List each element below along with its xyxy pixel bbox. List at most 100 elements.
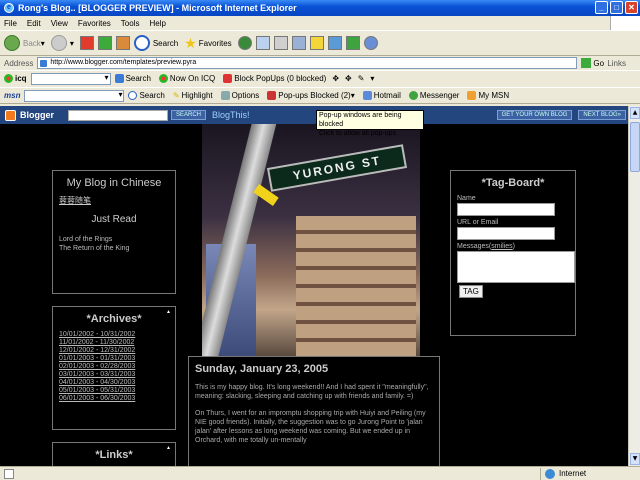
icq-search-icon: [114, 74, 124, 83]
archive-link[interactable]: 05/01/2003 - 05/31/2003: [59, 387, 175, 395]
move-icon-2[interactable]: ✥: [345, 74, 352, 83]
street-sign: YURONG ST: [266, 144, 408, 192]
popup-blocker-icon: [267, 91, 277, 100]
archive-link[interactable]: 02/01/2003 - 02/28/2003: [59, 363, 175, 371]
home-icon[interactable]: [115, 36, 130, 50]
menu-edit[interactable]: Edit: [27, 19, 41, 28]
search-icon: [133, 35, 150, 51]
minimize-button[interactable]: _: [595, 1, 608, 14]
standard-toolbar: Back ▾ ▾ Search ★ Favorites: [0, 30, 640, 56]
popup-blocked-tooltip[interactable]: Pop-up windows are being blocked Click t…: [316, 110, 424, 137]
windows-logo: [610, 16, 640, 30]
messenger-icon[interactable]: [327, 36, 342, 50]
icq-search-button[interactable]: Search: [126, 74, 151, 83]
get-own-blog-button[interactable]: GET YOUR OWN BLOG: [496, 110, 573, 120]
blogger-logo[interactable]: Blogger: [0, 109, 64, 121]
hotmail-button[interactable]: Hotmail: [362, 91, 401, 100]
archive-link[interactable]: 04/01/2003 - 04/30/2003: [59, 379, 175, 387]
options-icon: [220, 91, 230, 100]
just-read-title: Just Read: [91, 214, 137, 225]
scroll-up-arrow[interactable]: ▲: [630, 107, 640, 119]
blog-search-input[interactable]: [68, 109, 168, 121]
archive-link[interactable]: 11/01/2002 - 11/30/2002: [59, 339, 175, 347]
menu-bar: File Edit View Favorites Tools Help: [0, 16, 640, 30]
msn-people-icon[interactable]: [363, 36, 378, 50]
blogthis-link[interactable]: BlogThis!: [212, 110, 250, 120]
mymsn-button[interactable]: My MSN: [467, 91, 509, 100]
msn-search-input[interactable]: [24, 89, 125, 102]
name-input[interactable]: [457, 203, 555, 216]
archive-link[interactable]: 06/01/2003 - 06/30/2003: [59, 395, 175, 403]
tag-button[interactable]: TAG: [459, 285, 483, 298]
stop-icon[interactable]: [79, 36, 94, 50]
smilies-link[interactable]: smilies: [491, 243, 512, 250]
ie-icon: e: [4, 3, 14, 13]
messenger-button[interactable]: Messenger: [408, 91, 459, 100]
search-icon: [128, 91, 138, 100]
close-button[interactable]: ✕: [625, 1, 638, 14]
mail-icon[interactable]: [255, 36, 270, 50]
tagboard-title: *Tag-Board*: [481, 177, 545, 189]
print-icon[interactable]: [273, 36, 288, 50]
msn-search-button[interactable]: Search: [128, 91, 165, 100]
archive-link[interactable]: 10/01/2002 - 10/31/2002: [59, 331, 175, 339]
address-input[interactable]: http://www.blogger.com/templates/preview…: [37, 57, 578, 69]
maximize-button[interactable]: □: [610, 1, 623, 14]
window-title: Rong's Blog.. [BLOGGER PREVIEW] - Micros…: [18, 3, 297, 13]
links-scroll-up-icon[interactable]: ▲: [166, 445, 172, 451]
chinese-blog-title: My Blog in Chinese: [66, 177, 162, 189]
menu-file[interactable]: File: [4, 19, 17, 28]
blog-search-button[interactable]: SEARCH: [171, 110, 207, 120]
discuss-icon[interactable]: [309, 36, 324, 50]
photo-building: [296, 216, 416, 356]
globe-icon: [545, 468, 555, 479]
msn-logo[interactable]: msn: [4, 91, 20, 100]
back-arrow-icon: [4, 35, 20, 51]
archive-link[interactable]: 01/01/2003 - 01/31/2003: [59, 355, 175, 363]
chinese-blog-box: My Blog in Chinese 蓉蓉随笔 Just Read Lord o…: [52, 170, 176, 294]
edit-icon[interactable]: [291, 36, 306, 50]
pencil-icon[interactable]: ✎: [358, 74, 365, 83]
block-popups-button[interactable]: Block PopUps (0 blocked): [234, 74, 326, 83]
archives-scroll-up-icon[interactable]: ▲: [166, 309, 172, 315]
highlight-button[interactable]: ✎ Highlight: [173, 91, 213, 100]
now-on-icq-button[interactable]: Now On ICQ: [170, 74, 215, 83]
just-read-item: Lord of the Rings: [59, 236, 113, 243]
menu-tools[interactable]: Tools: [121, 19, 140, 28]
history-icon[interactable]: [237, 36, 252, 50]
research-icon[interactable]: [345, 36, 360, 50]
popups-blocked-button[interactable]: Pop-ups Blocked (2) ▾: [267, 91, 355, 100]
refresh-icon[interactable]: [97, 36, 112, 50]
archive-link[interactable]: 03/01/2003 - 03/31/2003: [59, 371, 175, 379]
favorites-button[interactable]: ★ Favorites: [184, 35, 231, 52]
scroll-down-arrow[interactable]: ▼: [630, 453, 640, 465]
blog-post: Sunday, January 23, 2005 This is my happ…: [188, 356, 440, 466]
options-button[interactable]: Options: [220, 91, 259, 100]
archive-link[interactable]: 12/01/2002 - 12/31/2002: [59, 347, 175, 355]
next-blog-button[interactable]: NEXT BLOG»: [578, 110, 626, 120]
page-content: My Blog in Chinese 蓉蓉随笔 Just Read Lord o…: [0, 124, 628, 466]
search-button[interactable]: Search: [133, 35, 178, 51]
menu-help[interactable]: Help: [149, 19, 165, 28]
url-input[interactable]: [457, 227, 555, 240]
forward-button[interactable]: ▾: [50, 35, 74, 51]
page-scrollbar[interactable]: ▲ ▼: [628, 106, 640, 466]
hotmail-icon: [362, 91, 372, 100]
message-textarea[interactable]: [457, 251, 575, 283]
scroll-thumb[interactable]: [630, 122, 640, 172]
move-icon[interactable]: ✥: [332, 74, 339, 83]
dropdown-icon[interactable]: ▾: [370, 74, 374, 83]
icq-toolbar: icq Search Now On ICQ Block PopUps (0 bl…: [0, 70, 640, 86]
menu-favorites[interactable]: Favorites: [78, 19, 111, 28]
chinese-blog-link[interactable]: 蓉蓉随笔: [59, 195, 175, 206]
icq-search-input[interactable]: [30, 72, 111, 85]
page-icon: [4, 468, 14, 479]
messenger-icon: [408, 91, 418, 100]
url-label: URL or Email: [457, 219, 499, 226]
highlight-icon: ✎: [172, 91, 180, 100]
links-button[interactable]: Links: [607, 59, 626, 68]
go-button[interactable]: Go: [581, 58, 604, 68]
title-bar: e Rong's Blog.. [BLOGGER PREVIEW] - Micr…: [0, 0, 640, 16]
back-button[interactable]: Back ▾: [4, 35, 45, 51]
menu-view[interactable]: View: [51, 19, 68, 28]
